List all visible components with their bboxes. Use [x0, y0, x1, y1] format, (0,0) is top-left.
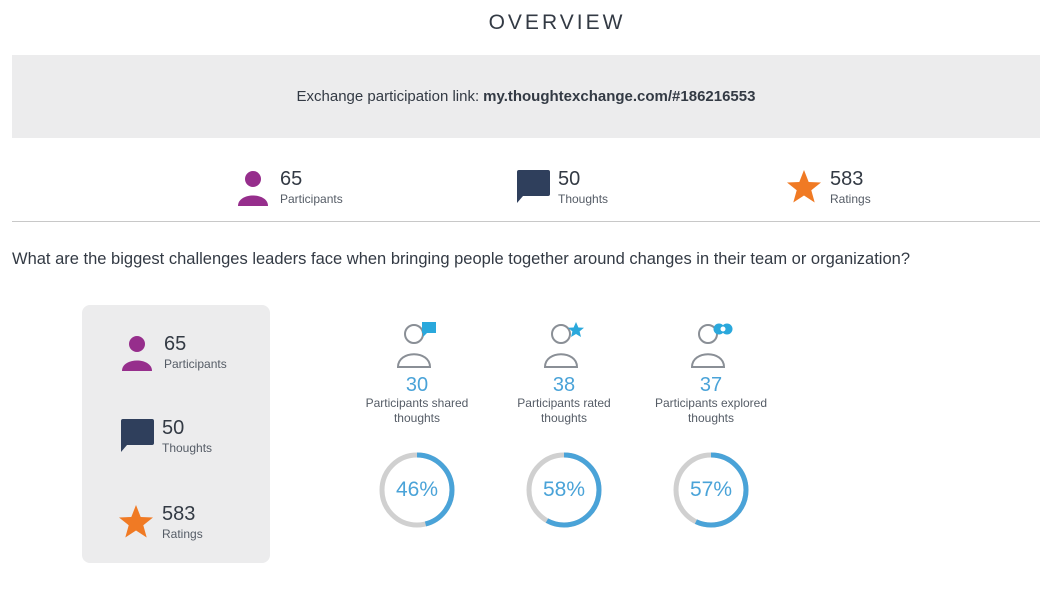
thoughts-label: Thoughts [162, 441, 213, 455]
participation-link[interactable]: my.thoughtexchange.com/#186216553 [483, 88, 755, 105]
rated-label-line1: Participants rated [517, 396, 611, 410]
thoughts-count: 50 [162, 417, 185, 439]
explored-percent: 57% [689, 478, 733, 501]
rated-count: 38 [552, 374, 576, 396]
top-stat-participants: 65 Participants [236, 168, 343, 208]
thoughts-label: Thoughts [558, 192, 609, 206]
section-divider [12, 221, 1040, 222]
top-stat-ratings: 583 Ratings [786, 168, 871, 208]
speech-bubble-icon [121, 419, 154, 452]
participation-link-label: Exchange participation link: [296, 88, 480, 105]
rated-percent-ring: 58% [524, 450, 604, 530]
person-shared-icon [396, 322, 436, 368]
person-icon [122, 336, 152, 371]
shared-label-line1: Participants shared [365, 396, 469, 410]
page-title: OVERVIEW [488, 11, 626, 34]
top-stat-thoughts: 50 Thoughts [514, 168, 608, 208]
person-icon [238, 171, 268, 206]
shared-percent-ring: 46% [377, 450, 457, 530]
ratings-label: Ratings [830, 192, 871, 206]
star-icon [119, 505, 153, 538]
participants-count: 65 [164, 333, 187, 355]
person-rated-icon [543, 322, 584, 368]
participation-link-bar: Exchange participation link: my.thoughte… [12, 55, 1040, 138]
metric-rated-thoughts: 38 Participants rated thoughts [489, 320, 639, 426]
metric-shared-thoughts: 30 Participants shared thoughts [342, 320, 492, 426]
participants-label: Participants [164, 357, 227, 371]
participants-count: 65 [280, 168, 303, 190]
star-icon [787, 170, 821, 203]
explored-label-line2: thoughts [687, 411, 735, 425]
shared-count: 30 [405, 374, 429, 396]
thoughts-count: 50 [558, 168, 581, 190]
person-explored-icon [690, 323, 733, 368]
side-stat-thoughts: 50 Thoughts [118, 417, 212, 457]
ratings-count: 583 [162, 503, 196, 525]
explored-label-line1: Participants explored [654, 396, 768, 410]
shared-label-line2: thoughts [393, 411, 441, 425]
rated-label-line2: thoughts [540, 411, 588, 425]
rated-percent: 58% [542, 478, 586, 501]
participants-label: Participants [280, 192, 343, 206]
speech-bubble-icon [517, 170, 550, 203]
metric-explored-thoughts: 37 Participants explored thoughts [636, 320, 786, 426]
exchange-question: What are the biggest challenges leaders … [12, 250, 911, 268]
shared-percent: 46% [395, 478, 439, 501]
side-stat-ratings: 583 Ratings [118, 503, 203, 543]
ratings-label: Ratings [162, 527, 203, 541]
summary-card: 65 Participants 50 Thoughts 583 Ratings [82, 305, 270, 563]
side-stat-participants: 65 Participants [120, 333, 227, 373]
explored-percent-ring: 57% [671, 450, 751, 530]
ratings-count: 583 [830, 168, 864, 190]
explored-count: 37 [699, 374, 723, 396]
